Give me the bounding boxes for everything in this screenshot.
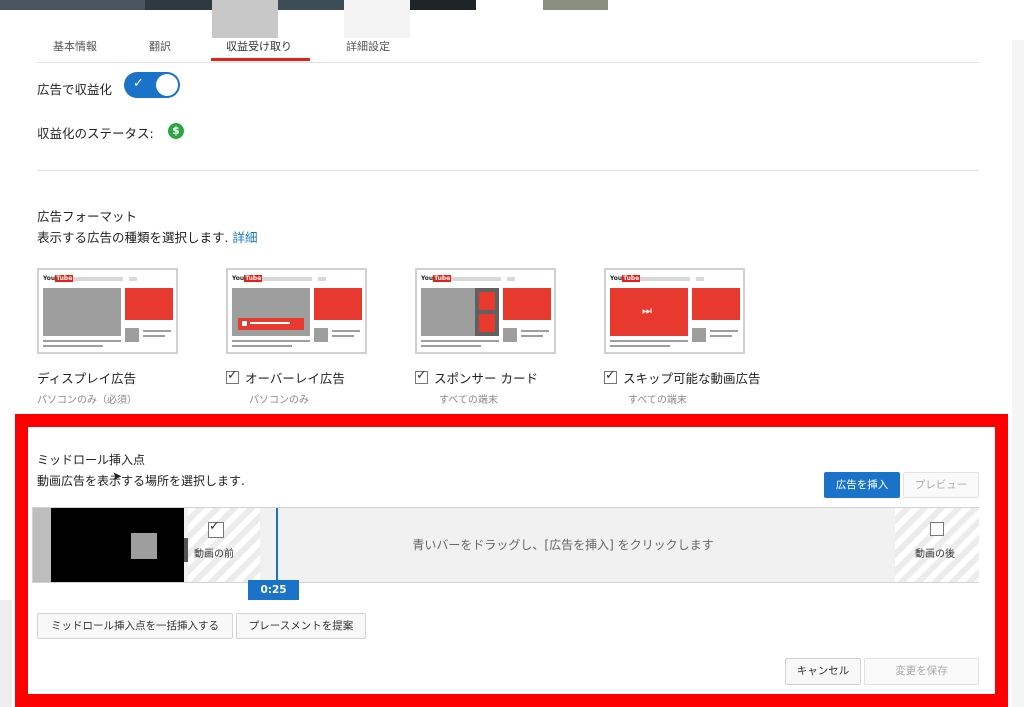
top-thumbnail-strip <box>0 0 1024 10</box>
timeline-hint: 青いバーをドラッグし、[広告を挿入] をクリックします <box>412 538 714 552</box>
bulk-insert-midroll-button[interactable]: ミッドロール挿入点を一括挿入する <box>37 613 233 639</box>
overlay-ad-sub: パソコンのみ <box>249 395 309 406</box>
midroll-description: 動画広告を表示する場所を選択します. <box>37 474 245 488</box>
youtube-logo-icon: YouTube <box>610 275 641 282</box>
overlay-ad-label: オーバーレイ広告 <box>245 371 345 386</box>
youtube-logo-icon: YouTube <box>43 275 74 282</box>
tab-bar: 基本情報 翻訳 収益受け取り 詳細設定 <box>37 30 979 63</box>
tab-translation[interactable]: 翻訳 <box>149 38 171 54</box>
video-thumbnail <box>51 508 184 582</box>
mouse-cursor-icon: ➤ <box>112 469 123 483</box>
youtube-logo-icon: YouTube <box>232 275 263 282</box>
overlay-ad-option[interactable]: オーバーレイ広告 <box>226 368 345 387</box>
monetization-toggle[interactable]: ✓ <box>124 72 180 98</box>
tab-advanced-settings[interactable]: 詳細設定 <box>346 38 390 54</box>
sponsor-card-option[interactable]: スポンサー カード <box>415 368 538 387</box>
midroll-title: ミッドロール挿入点 <box>37 453 146 467</box>
skip-icon: ⏭ <box>642 304 652 317</box>
details-link[interactable]: 詳細 <box>232 230 257 245</box>
right-gutter <box>1012 40 1024 707</box>
display-ad-illustration: YouTube <box>37 268 178 354</box>
after-video-label: 動画の後 <box>915 549 955 560</box>
sponsor-card-sub: すべての端末 <box>439 395 498 406</box>
display-ad-label: ディスプレイ広告 <box>37 371 137 386</box>
monetization-status-label: 収益化のステータス: <box>37 126 154 141</box>
display-ad-option: ディスプレイ広告 <box>37 368 136 387</box>
skippable-ad-option[interactable]: スキップ可能な動画広告 <box>604 368 761 387</box>
skippable-video-ad-illustration: YouTube ⏭ <box>604 268 745 354</box>
suggest-placement-button[interactable]: プレースメントを提案 <box>236 613 366 639</box>
before-video-label: 動画の前 <box>194 549 234 560</box>
before-video-checkbox[interactable] <box>208 519 224 538</box>
display-ad-sub: パソコンのみ（必須） <box>37 395 137 406</box>
overlay-ad-illustration: YouTube <box>226 268 367 354</box>
preview-button[interactable]: プレビュー <box>903 472 979 498</box>
ad-formats-description-text: 表示する広告の種類を選択します. <box>37 230 229 245</box>
left-gutter <box>0 600 12 707</box>
ad-formats-title: 広告フォーマット <box>37 209 138 224</box>
skippable-ad-label: スキップ可能な動画広告 <box>623 371 761 386</box>
ads-monetization-label: 広告で収益化 <box>37 82 113 97</box>
midroll-drag-handle[interactable] <box>276 508 278 583</box>
sponsor-card-checkbox[interactable] <box>415 368 428 384</box>
toggle-knob <box>156 74 178 96</box>
section-divider <box>37 170 979 171</box>
midroll-timeline[interactable]: 動画の前 青いバーをドラッグし、[広告を挿入] をクリックします 動画の後 <box>32 507 979 583</box>
skippable-ad-checkbox[interactable] <box>604 368 617 384</box>
overlay-ad-checkbox[interactable] <box>226 368 239 384</box>
active-tab-indicator <box>211 58 310 61</box>
dollar-icon: $ <box>168 123 184 139</box>
sponsor-card-label: スポンサー カード <box>434 371 538 386</box>
midroll-time-badge: 0:25 <box>248 580 299 600</box>
tab-basic-info[interactable]: 基本情報 <box>53 38 97 54</box>
ad-formats-description: 表示する広告の種類を選択します. 詳細 <box>37 227 257 246</box>
sponsor-card-illustration: YouTube <box>415 268 556 354</box>
cancel-button[interactable]: キャンセル <box>785 658 861 685</box>
insert-ad-button[interactable]: 広告を挿入 <box>824 472 900 498</box>
after-video-checkbox[interactable] <box>930 522 944 536</box>
skippable-ad-sub: すべての端末 <box>628 395 687 406</box>
tab-monetization[interactable]: 収益受け取り <box>226 38 292 54</box>
check-icon: ✓ <box>133 76 144 91</box>
save-changes-button[interactable]: 変更を保存 <box>864 658 979 685</box>
youtube-logo-icon: YouTube <box>421 275 452 282</box>
